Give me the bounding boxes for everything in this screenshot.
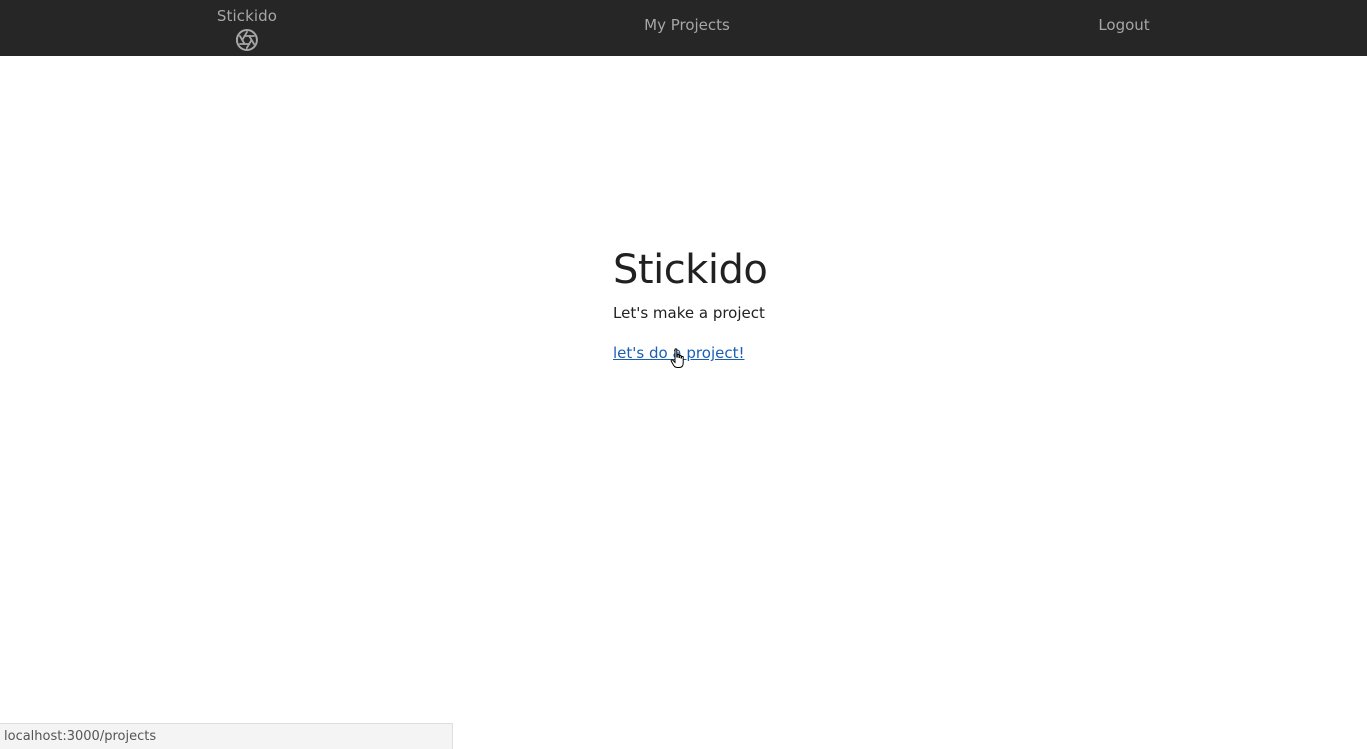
status-url: localhost:3000/projects [4, 729, 157, 744]
page-title: Stickido [613, 247, 768, 293]
page-subtitle: Let's make a project [613, 304, 765, 322]
brand-label: Stickido [216, 7, 278, 25]
top-navbar: Stickido My Projects Logout [0, 0, 1367, 56]
nav-logout-link[interactable]: Logout [1098, 15, 1149, 35]
aperture-icon [235, 29, 258, 51]
browser-status-bar: localhost:3000/projects [0, 723, 453, 749]
create-project-link[interactable]: let's do a project! [613, 342, 744, 364]
nav-my-projects-link[interactable]: My Projects [644, 15, 730, 35]
hero-section: Stickido Let's make a project let's do a… [613, 244, 768, 364]
brand-home-link[interactable]: Stickido [217, 6, 277, 52]
